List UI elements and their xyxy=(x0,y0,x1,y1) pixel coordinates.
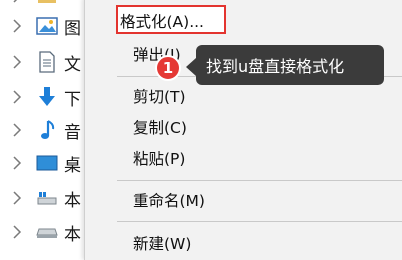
chevron-right-icon[interactable] xyxy=(12,90,22,104)
navigation-pane: 图 文 下 音 桌 本 本 xyxy=(0,0,90,255)
tooltip-arrow xyxy=(186,58,196,76)
download-arrow-icon xyxy=(36,86,58,108)
menu-item-format-highlighted[interactable]: 格式化(A)... xyxy=(120,10,204,32)
step-badge: 1 xyxy=(155,55,181,81)
nav-item-local-disk[interactable]: 本 xyxy=(0,180,90,216)
folder-icon xyxy=(36,0,58,7)
annotation-tooltip: 找到u盘直接格式化 xyxy=(196,45,384,85)
picture-icon xyxy=(36,15,58,37)
context-menu: 格式化(A)... 弹出(J) 剪切(T) 复制(C) 粘贴(P) 重命名(M)… xyxy=(84,0,402,260)
chevron-right-icon[interactable] xyxy=(12,19,22,33)
chevron-right-icon[interactable] xyxy=(12,0,22,3)
music-note-icon xyxy=(36,119,58,141)
nav-item-desktop[interactable]: 桌 xyxy=(0,145,90,181)
menu-separator xyxy=(117,221,402,222)
local-disk-icon xyxy=(36,187,58,209)
tooltip-text: 找到u盘直接格式化 xyxy=(206,57,345,76)
nav-item-drive[interactable]: 本 xyxy=(0,214,90,250)
nav-item-pictures[interactable]: 图 xyxy=(0,8,90,44)
menu-item-new[interactable]: 新建(W) xyxy=(133,232,191,254)
nav-item-downloads[interactable]: 下 xyxy=(0,79,90,115)
format-highlight-box: 格式化(A)... xyxy=(116,5,226,34)
desktop-icon xyxy=(36,152,58,174)
nav-item-music[interactable]: 音 xyxy=(0,112,90,148)
menu-separator xyxy=(117,180,402,181)
document-icon xyxy=(36,51,58,73)
nav-item-documents[interactable]: 文 xyxy=(0,44,90,80)
chevron-right-icon[interactable] xyxy=(12,156,22,170)
chevron-right-icon[interactable] xyxy=(12,225,22,239)
menu-item-cut[interactable]: 剪切(T) xyxy=(133,85,186,107)
chevron-right-icon[interactable] xyxy=(12,191,22,205)
menu-item-copy[interactable]: 复制(C) xyxy=(133,116,187,138)
chevron-right-icon[interactable] xyxy=(12,123,22,137)
drive-icon xyxy=(36,221,58,243)
chevron-right-icon[interactable] xyxy=(12,55,22,69)
menu-item-paste[interactable]: 粘贴(P) xyxy=(133,147,185,169)
menu-item-rename[interactable]: 重命名(M) xyxy=(133,189,205,211)
